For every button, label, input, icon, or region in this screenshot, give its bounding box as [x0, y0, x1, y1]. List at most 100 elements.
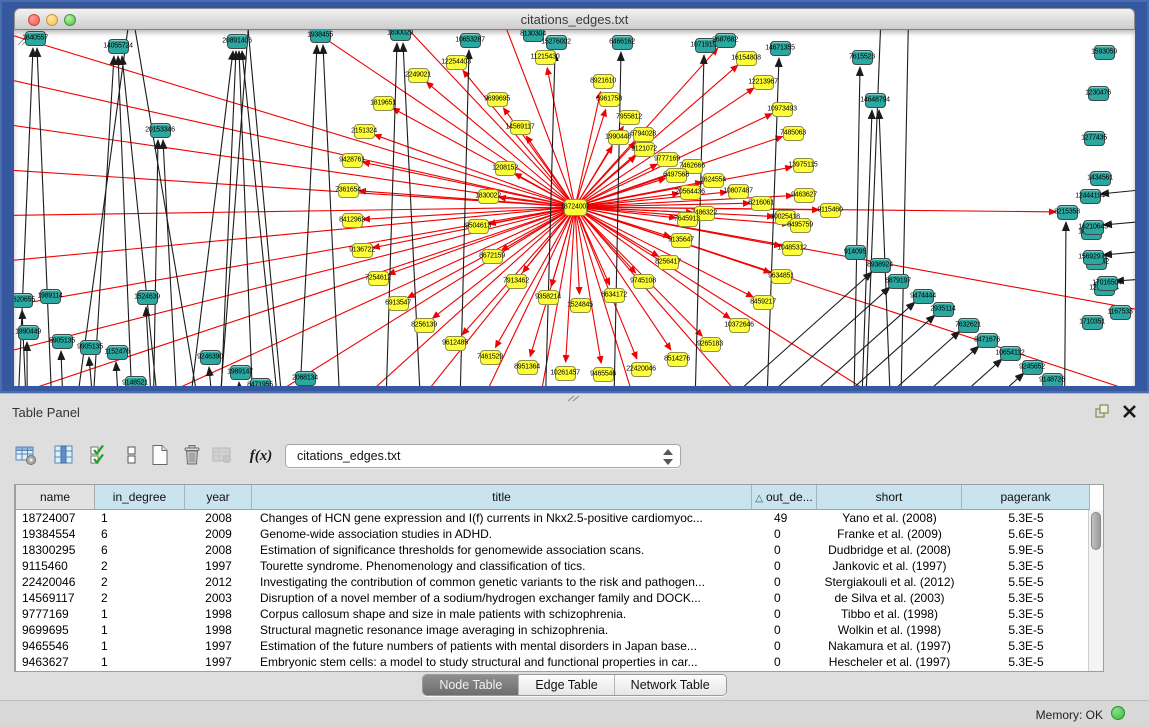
- graph-node[interactable]: 13975115: [793, 158, 814, 173]
- table-cell[interactable]: Structural magnetic resonance image aver…: [252, 622, 752, 638]
- table-cell[interactable]: 1998: [185, 622, 252, 638]
- graph-node[interactable]: 2620655: [14, 293, 33, 308]
- table-cell[interactable]: 0: [752, 590, 817, 606]
- graph-node[interactable]: 1524639: [137, 290, 158, 305]
- graph-node[interactable]: 1277435: [1084, 131, 1105, 146]
- table-row[interactable]: 2242004622012Investigating the contribut…: [16, 574, 1090, 590]
- graph-node[interactable]: 9504613: [468, 219, 489, 234]
- table-cell[interactable]: 9463627: [16, 654, 95, 670]
- table-cell[interactable]: 9777169: [16, 606, 95, 622]
- graph-node[interactable]: 20891406: [227, 34, 248, 49]
- table-cell[interactable]: Nakamura et al. (1997): [817, 638, 962, 654]
- graph-node[interactable]: 10807487: [728, 184, 749, 199]
- table-cell[interactable]: Yano et al. (2008): [817, 510, 962, 526]
- table-cell[interactable]: 2009: [185, 526, 252, 542]
- create-column-icon[interactable]: [146, 442, 174, 470]
- tab-network-table[interactable]: Network Table: [615, 675, 726, 695]
- table-cell[interactable]: de Silva et al. (2003): [817, 590, 962, 606]
- graph-node[interactable]: 9777169: [657, 152, 678, 167]
- column-header-out-de-[interactable]: △out_de...: [752, 485, 817, 510]
- table-cell[interactable]: 0: [752, 542, 817, 558]
- table-cell[interactable]: 5.3E-5: [962, 558, 1090, 574]
- graph-node[interactable]: 1524845: [570, 298, 591, 313]
- graph-node[interactable]: 2068134: [295, 371, 316, 386]
- graph-node[interactable]: 9265183: [700, 337, 721, 352]
- table-cell[interactable]: 9699695: [16, 622, 95, 638]
- table-row[interactable]: 1938455462009Genome-wide association stu…: [16, 526, 1090, 542]
- table-cell[interactable]: 5.6E-5: [962, 526, 1090, 542]
- graph-node[interactable]: 914095: [845, 245, 866, 260]
- table-cell[interactable]: 0: [752, 622, 817, 638]
- graph-hub-node[interactable]: 18724007: [564, 199, 587, 216]
- graph-node[interactable]: 9115460: [820, 203, 841, 218]
- column-header-in-degree[interactable]: in_degree: [95, 485, 185, 510]
- table-cell[interactable]: 0: [752, 638, 817, 654]
- column-header-name[interactable]: name: [16, 485, 95, 510]
- graph-node[interactable]: 9135647: [671, 233, 692, 248]
- graph-node[interactable]: 1710351: [1082, 315, 1103, 330]
- graph-node[interactable]: 9148521: [125, 376, 146, 387]
- table-vertical-scrollbar[interactable]: [1088, 510, 1103, 671]
- table-row[interactable]: 969969511998Structural magnetic resonanc…: [16, 622, 1090, 638]
- graph-node[interactable]: 20564436: [680, 185, 701, 200]
- table-cell[interactable]: 1997: [185, 638, 252, 654]
- table-cell[interactable]: 0: [752, 574, 817, 590]
- table-cell[interactable]: 1998: [185, 606, 252, 622]
- graph-node[interactable]: 6497568: [666, 168, 687, 183]
- graph-node[interactable]: 8256417: [658, 255, 679, 270]
- graph-node[interactable]: 11215430: [535, 50, 556, 65]
- graph-node[interactable]: 7645913: [677, 212, 698, 227]
- table-cell[interactable]: 5.3E-5: [962, 654, 1090, 670]
- graph-node[interactable]: 1830022: [478, 189, 499, 204]
- table-cell[interactable]: 1: [95, 606, 185, 622]
- table-cell[interactable]: 5.3E-5: [962, 622, 1090, 638]
- graph-node[interactable]: 8672159: [482, 249, 503, 264]
- graph-node[interactable]: 10261457: [555, 366, 576, 381]
- table-cell[interactable]: Hescheler et al. (1997): [817, 654, 962, 670]
- graph-node[interactable]: 15276002: [546, 35, 567, 50]
- table-cell[interactable]: 5.3E-5: [962, 590, 1090, 606]
- graph-node[interactable]: 1593059: [1094, 45, 1115, 60]
- graph-node[interactable]: 8256139: [414, 318, 435, 333]
- table-row[interactable]: 911546021997Tourette syndrome. Phenomeno…: [16, 558, 1090, 574]
- graph-node[interactable]: 10654112: [1000, 346, 1021, 361]
- table-cell[interactable]: 22420046: [16, 574, 95, 590]
- graph-node[interactable]: 1989147: [230, 365, 251, 380]
- graph-node[interactable]: 6466162: [612, 35, 633, 50]
- table-cell[interactable]: 0: [752, 654, 817, 670]
- graph-node[interactable]: 12213967: [753, 75, 774, 90]
- table-cell[interactable]: 18724007: [16, 510, 95, 526]
- graph-node[interactable]: 9612485: [445, 336, 466, 351]
- graph-node[interactable]: 15692971: [1083, 250, 1104, 265]
- graph-node[interactable]: 9474444: [913, 289, 934, 304]
- table-cell[interactable]: 5.5E-5: [962, 574, 1090, 590]
- graph-node[interactable]: 7632621: [958, 318, 979, 333]
- table-cell[interactable]: 1997: [185, 654, 252, 670]
- graph-node[interactable]: 9699695: [487, 92, 508, 107]
- graph-node[interactable]: 1208152: [495, 161, 516, 176]
- graph-node[interactable]: 6495759: [790, 218, 811, 233]
- table-cell[interactable]: 5.9E-5: [962, 542, 1090, 558]
- graph-node[interactable]: 1230476: [1088, 86, 1109, 101]
- graph-node[interactable]: 22420046: [631, 362, 652, 377]
- graph-node[interactable]: 7254612: [368, 271, 389, 286]
- table-cell[interactable]: 49: [752, 510, 817, 526]
- table-cell[interactable]: 5.3E-5: [962, 606, 1090, 622]
- graph-node[interactable]: 10653287: [460, 33, 481, 48]
- table-row[interactable]: 946554611997Estimation of the future num…: [16, 638, 1090, 654]
- graph-node[interactable]: 14671355: [770, 41, 791, 56]
- table-row[interactable]: 1456911722003Disruption of a novel membe…: [16, 590, 1090, 606]
- graph-node[interactable]: 1434561: [1090, 171, 1111, 186]
- table-cell[interactable]: 1: [95, 654, 185, 670]
- tab-edge-table[interactable]: Edge Table: [519, 675, 614, 695]
- delete-columns-icon[interactable]: [178, 442, 206, 470]
- graph-node[interactable]: 1819651: [373, 96, 394, 111]
- table-cell[interactable]: Franke et al. (2009): [817, 526, 962, 542]
- graph-node[interactable]: 8951364: [517, 360, 538, 375]
- table-cell[interactable]: Estimation of significance thresholds fo…: [252, 542, 752, 558]
- graph-node[interactable]: 9465546: [593, 367, 614, 382]
- graph-node[interactable]: 9148726: [1042, 373, 1063, 387]
- graph-node[interactable]: 2249021: [408, 68, 429, 83]
- panel-splitter-handle[interactable]: [566, 395, 582, 402]
- graph-node[interactable]: 1152476: [107, 345, 128, 360]
